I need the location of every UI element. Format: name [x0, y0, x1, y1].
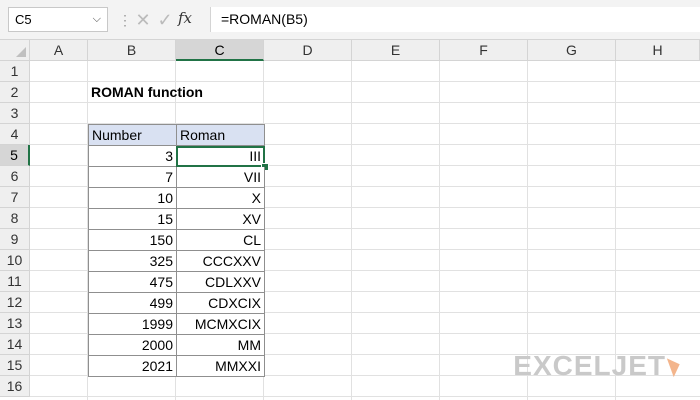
row-header-4[interactable]: 4	[0, 124, 30, 145]
roman-cell[interactable]: MM	[176, 335, 265, 356]
number-cell[interactable]: 475	[88, 272, 177, 293]
row-header-16[interactable]: 16	[0, 376, 30, 397]
cancel-icon[interactable]: ✕	[132, 9, 154, 31]
chevron-down-icon[interactable]: ⌵	[93, 8, 101, 31]
insert-function-icon[interactable]: fx	[178, 9, 192, 27]
row-header-11[interactable]: 11	[0, 271, 30, 292]
row-header-6[interactable]: 6	[0, 166, 30, 187]
roman-cell[interactable]: MCMXCIX	[176, 314, 265, 335]
gridline	[351, 61, 352, 400]
number-cell[interactable]: 325	[88, 251, 177, 272]
name-box[interactable]: C5 ⌵	[8, 7, 108, 32]
row-header-13[interactable]: 13	[0, 313, 30, 334]
row-header-12[interactable]: 12	[0, 292, 30, 313]
row-header-8[interactable]: 8	[0, 208, 30, 229]
gridline	[30, 396, 700, 397]
select-all-corner[interactable]	[0, 40, 30, 61]
drag-handle-icon[interactable]: ⋮	[118, 12, 132, 28]
active-cell[interactable]: III	[176, 146, 265, 167]
header-roman[interactable]: Roman	[176, 124, 265, 146]
roman-cell[interactable]: CL	[176, 230, 265, 251]
row-header-1[interactable]: 1	[0, 61, 30, 82]
formula-input[interactable]: =ROMAN(B5)	[210, 7, 700, 32]
logo-mark-icon	[666, 354, 684, 378]
column-header-c[interactable]: C	[176, 40, 264, 61]
number-cell[interactable]: 150	[88, 230, 177, 251]
row-header-9[interactable]: 9	[0, 229, 30, 250]
row-header-5[interactable]: 5	[0, 145, 30, 166]
row-header-15[interactable]: 15	[0, 355, 30, 376]
number-cell[interactable]: 10	[88, 188, 177, 209]
row-header-2[interactable]: 2	[0, 82, 30, 103]
enter-icon[interactable]: ✓	[154, 9, 176, 31]
roman-cell[interactable]: CCCXXV	[176, 251, 265, 272]
column-header-a[interactable]: A	[30, 40, 88, 61]
roman-cell[interactable]: CDXCIX	[176, 293, 265, 314]
number-cell[interactable]: 7	[88, 167, 177, 188]
exceljet-logo: EXCELJET	[513, 350, 684, 382]
sheet-title: ROMAN function	[91, 84, 203, 100]
number-cell[interactable]: 499	[88, 293, 177, 314]
number-cell[interactable]: 1999	[88, 314, 177, 335]
column-header-b[interactable]: B	[88, 40, 176, 61]
number-cell[interactable]: 2000	[88, 335, 177, 356]
number-cell[interactable]: 3	[88, 146, 177, 167]
column-header-f[interactable]: F	[440, 40, 528, 61]
roman-cell[interactable]: MMXXI	[176, 356, 265, 377]
column-header-g[interactable]: G	[528, 40, 616, 61]
number-cell[interactable]: 15	[88, 209, 177, 230]
row-header-3[interactable]: 3	[0, 103, 30, 124]
column-header-d[interactable]: D	[264, 40, 352, 61]
logo-text: EXCELJET	[513, 350, 666, 381]
name-box-value: C5	[15, 12, 32, 27]
number-cell[interactable]: 2021	[88, 356, 177, 377]
row-header-7[interactable]: 7	[0, 187, 30, 208]
column-header-h[interactable]: H	[616, 40, 700, 61]
roman-cell[interactable]: X	[176, 188, 265, 209]
row-header-10[interactable]: 10	[0, 250, 30, 271]
roman-cell[interactable]: XV	[176, 209, 265, 230]
formula-bar: C5 ⌵ ⋮ ✕ ✓ fx =ROMAN(B5)	[0, 0, 700, 40]
column-header-e[interactable]: E	[352, 40, 440, 61]
roman-cell[interactable]: CDLXXV	[176, 272, 265, 293]
row-header-14[interactable]: 14	[0, 334, 30, 355]
gridline	[439, 61, 440, 400]
header-number[interactable]: Number	[88, 124, 177, 146]
roman-cell[interactable]: VII	[176, 167, 265, 188]
